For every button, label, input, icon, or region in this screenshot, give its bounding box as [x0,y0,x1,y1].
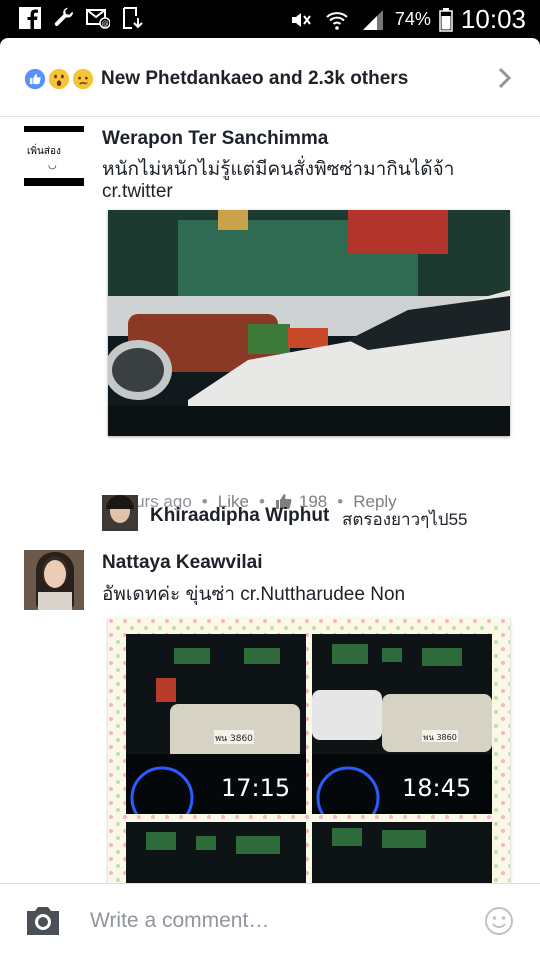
comment-werapon: เพิ่นส่อง ◡ Werapon Ter Sanchimma หนักไม… [0,116,540,511]
timestamp-label: 17:15 [221,774,291,802]
battery-percent: 74% [394,9,431,29]
svg-text:พน 3860: พน 3860 [423,733,457,742]
status-right: 74% 10:03 [287,4,526,35]
clock: 10:03 [460,4,526,34]
camera-icon[interactable] [24,905,62,937]
reply-khiraadipha: Khiraadipha Wiphut สตรองยาวๆไป55 [0,493,540,537]
status-left-icons: @ [18,6,144,30]
missed-mail-icon: @ [86,9,110,29]
comment-photo-collage[interactable]: พน 3860 17:15 พน 3860 18:45 [108,618,510,888]
photo-tile: พน 3860 18:45 [312,634,492,814]
avatar-text: เพิ่นส่อง [27,146,61,157]
comments-panel: New Phetdankaeo and 2.3k others เพิ่นส่อ… [0,38,540,960]
avatar[interactable]: เพิ่นส่อง ◡ [24,126,84,186]
mute-icon [291,12,311,27]
reactions-header[interactable]: New Phetdankaeo and 2.3k others [0,38,540,117]
avatar[interactable] [24,550,84,610]
reply-text: สตรองยาวๆไป55 [342,510,468,529]
battery-icon [439,7,453,32]
wifi-icon [326,11,348,30]
comment-nattaya: Nattaya Keawvilai อัพเดทค่ะ ขุ่นซ่า cr.N… [0,548,540,888]
comment-text: หนักไม่หนักไม่รู้แต่มีคนสั่งพิซซ่ามากินไ… [102,159,455,180]
status-bar: @ 74% 10:03 [0,0,540,36]
comment-text-line2: cr.twitter [102,181,173,202]
photo-tile [126,822,306,888]
traffic-tile-image [126,822,306,888]
reactions-summary[interactable]: New Phetdankaeo and 2.3k others [101,68,408,90]
commenter-name[interactable]: Nattaya Keawvilai [102,552,263,574]
photo-tile: พน 3860 17:15 [126,634,306,814]
sticker-icon[interactable] [484,906,514,936]
wrench-icon [54,7,73,26]
avatar[interactable] [102,495,138,531]
comment-input[interactable] [90,906,450,936]
photo-tile [312,822,492,888]
replier-name[interactable]: Khiraadipha Wiphut [150,505,329,527]
timestamp-label: 18:45 [402,774,472,802]
reaction-icons [22,66,98,92]
comment-text: อัพเดทค่ะ ขุ่นซ่า cr.Nuttharudee Non [102,584,406,605]
signal-icon [362,9,383,30]
svg-text:พน 3860: พน 3860 [215,734,253,744]
comment-photo[interactable] [108,210,510,436]
download-icon [123,7,143,29]
facebook-icon [19,7,41,29]
traffic-tile-image [312,822,492,888]
commenter-name[interactable]: Werapon Ter Sanchimma [102,128,328,150]
svg-text:@: @ [102,20,109,28]
chevron-right-icon[interactable] [496,66,514,90]
wow-reaction-icon [46,66,72,92]
sad-reaction-icon [70,66,96,92]
comment-composer [0,883,540,960]
like-reaction-icon [22,66,48,92]
traffic-photo [108,210,510,436]
